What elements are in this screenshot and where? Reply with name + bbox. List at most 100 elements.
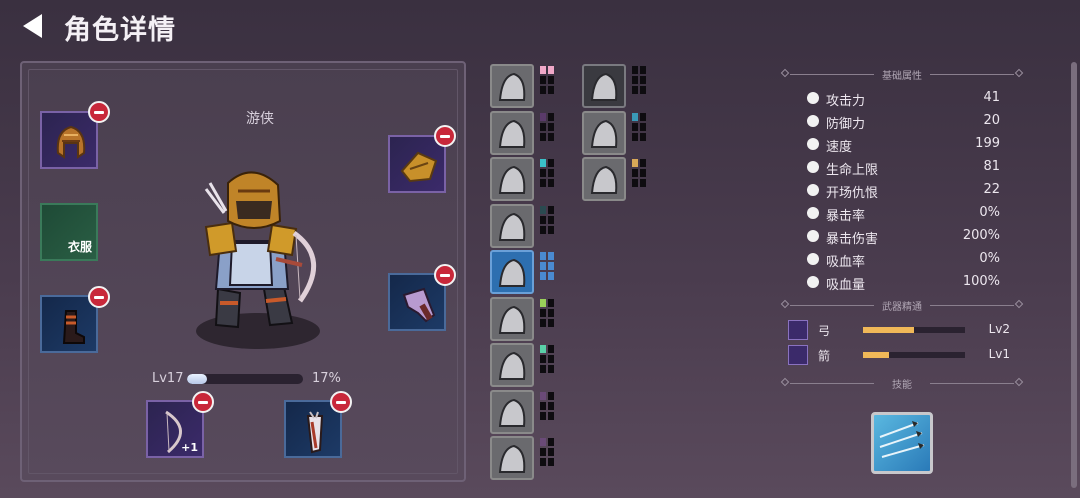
stat-label: 吸血量	[826, 278, 866, 293]
skill-pip	[632, 122, 638, 131]
mist-icon	[498, 119, 526, 148]
skill-pip	[548, 308, 554, 317]
stat-label: 暴击率	[826, 209, 866, 224]
helmet-icon	[56, 125, 86, 159]
skill-pip	[548, 112, 554, 121]
skill-pip	[540, 448, 546, 456]
page-title: 角色详情	[64, 15, 176, 46]
skill-cell[interactable]	[490, 203, 534, 248]
skill-pip	[540, 411, 546, 420]
level-label: Lv17	[152, 371, 184, 386]
skill-level-pips	[540, 159, 556, 203]
remove-shoulder-button[interactable]	[434, 125, 456, 147]
skill-cell[interactable]	[582, 110, 626, 155]
skill-pip	[548, 179, 554, 187]
fang-icon	[804, 250, 822, 268]
skill-cell[interactable]	[490, 343, 534, 387]
back-arrow-icon[interactable]	[22, 13, 44, 39]
weapon-mastery-bar-fill	[863, 327, 914, 333]
skill-cell[interactable]	[490, 436, 534, 480]
skill-pip	[540, 272, 546, 280]
stat-row: 攻击力 41	[804, 88, 1004, 109]
stat-label: 防御力	[826, 117, 866, 132]
skill-pip	[540, 365, 546, 373]
stat-value: 22	[983, 182, 1000, 197]
skill-cell[interactable]	[490, 64, 534, 108]
skill-pip	[540, 169, 546, 177]
stat-row: 开场仇恨 22	[804, 180, 1004, 201]
xp-percent: 17%	[312, 371, 341, 386]
helmet-slot[interactable]	[40, 111, 98, 169]
skill-pip	[548, 225, 554, 234]
skill-pip	[548, 355, 554, 363]
remove-weapon-button[interactable]	[192, 391, 214, 413]
volley-icon	[879, 421, 925, 458]
hood-icon	[498, 305, 526, 334]
skill-cell[interactable]	[490, 157, 534, 201]
stat-row: 吸血率 0%	[804, 249, 1004, 270]
orb-icon	[590, 72, 618, 101]
skill-pip	[540, 438, 546, 446]
crossed-swords-icon	[804, 227, 822, 245]
weapon-mastery-header: 武器精通	[780, 298, 1024, 313]
stat-value: 0%	[979, 205, 1000, 220]
weapon-mastery-label: 弓	[818, 324, 831, 338]
skill-pip	[632, 132, 638, 141]
skill-pip	[640, 76, 646, 84]
stat-value: 200%	[962, 228, 1000, 243]
skill-pip	[540, 318, 546, 327]
skill-cell[interactable]	[490, 389, 534, 434]
skill-pip	[540, 458, 546, 466]
skill-pip	[548, 438, 554, 446]
skill-pip	[548, 132, 554, 141]
stat-value: 81	[983, 159, 1000, 174]
stat-row: 暴击伤害 200%	[804, 226, 1004, 247]
helmet-icon	[590, 119, 618, 148]
skill-pip	[540, 355, 546, 363]
weapon-mastery-row: 弓 Lv2	[788, 320, 1020, 342]
wing-icon	[804, 135, 822, 153]
skill-pip	[540, 401, 546, 410]
skill-cell[interactable]	[582, 64, 626, 108]
weapon-bonus-label: +1	[181, 441, 198, 454]
rune-icon	[498, 398, 526, 427]
shield-icon	[804, 112, 822, 130]
hand-icon	[498, 444, 526, 473]
skill-pip	[640, 179, 646, 187]
header: 角色详情	[0, 0, 1080, 52]
skill-pip	[640, 86, 646, 94]
skill-cell[interactable]	[490, 296, 534, 341]
skill-level-pips	[540, 252, 556, 296]
ranger-character	[196, 171, 320, 349]
arrows-icon	[498, 212, 526, 241]
remove-helmet-button[interactable]	[88, 101, 110, 123]
skill-pip	[548, 272, 554, 280]
weapon-mastery-bar	[863, 352, 965, 358]
skill-pip	[548, 205, 554, 214]
skill-pip	[540, 262, 546, 270]
sword-icon	[804, 89, 822, 107]
skill-cell[interactable]	[490, 110, 534, 155]
skill-pip	[540, 252, 546, 260]
stat-label: 吸血率	[826, 255, 866, 270]
stat-value: 199	[975, 136, 1000, 151]
skill-pip	[540, 308, 546, 317]
skill-cell[interactable]	[490, 250, 534, 294]
armor-slot[interactable]: 衣服	[40, 203, 98, 261]
leap-icon	[498, 165, 526, 194]
scrollbar[interactable]	[1071, 62, 1077, 488]
bow-icon	[788, 320, 808, 340]
skill-pip	[540, 86, 546, 94]
skill-pip	[548, 76, 554, 84]
remove-boots-button[interactable]	[88, 286, 110, 308]
skill-level-pips	[632, 112, 648, 157]
skull-icon	[804, 181, 822, 199]
equipped-skill[interactable]	[871, 412, 933, 474]
stat-label: 攻击力	[826, 94, 866, 109]
remove-quiver-button[interactable]	[330, 391, 352, 413]
skill-pip	[540, 215, 546, 224]
skill-cell[interactable]	[582, 157, 626, 201]
remove-gloves-button[interactable]	[434, 264, 456, 286]
skill-pip	[548, 86, 554, 94]
arrow-icon	[788, 345, 808, 365]
